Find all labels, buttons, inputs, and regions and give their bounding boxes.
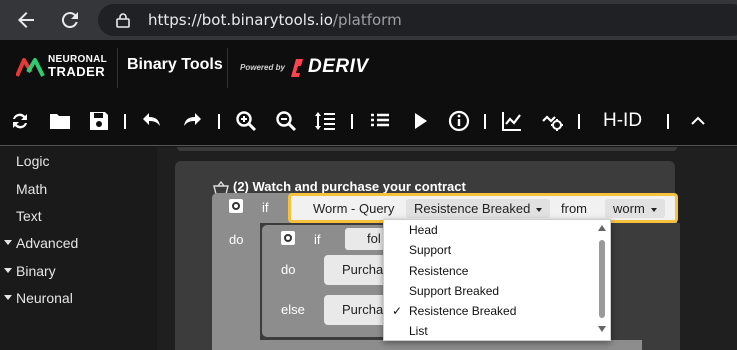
- toolbar-separator: [124, 114, 126, 129]
- sidebar-item-neuronal[interactable]: Neuronal: [16, 290, 73, 306]
- reload-icon[interactable]: [58, 8, 82, 32]
- list-icon[interactable]: [368, 109, 392, 133]
- folder-icon[interactable]: [48, 109, 72, 133]
- next-if-block[interactable]: [212, 340, 642, 350]
- worm-source-select[interactable]: worm: [605, 199, 665, 218]
- chevron-down-icon: [650, 207, 657, 212]
- gear-icon[interactable]: [281, 231, 295, 245]
- check-icon: ✓: [392, 304, 403, 318]
- purchase-label: Purcha: [342, 262, 384, 277]
- dropdown-option-list[interactable]: List: [409, 324, 428, 338]
- dropdown-option-head[interactable]: Head: [409, 223, 438, 237]
- condition-field[interactable]: fol: [345, 228, 385, 250]
- inner-do-label: do: [281, 262, 296, 277]
- app-header: NEURONAL TRADER Binary Tools Powered by …: [0, 40, 737, 96]
- do-label: do: [229, 232, 244, 247]
- powered-by-label: Powered by: [240, 63, 285, 72]
- worm-type-value: Resistence Breaked: [414, 201, 531, 216]
- dropdown-option-resistence[interactable]: Resistence: [409, 264, 468, 278]
- toolbar-separator: [667, 114, 669, 129]
- expand-arrow-icon[interactable]: [4, 240, 12, 245]
- inner-if-label: if: [314, 232, 321, 247]
- chevron-down-icon: [536, 207, 543, 212]
- toolbar-separator: [218, 114, 220, 129]
- toolbar-separator: [484, 114, 486, 129]
- worm-type-dropdown[interactable]: Head Support Resistence Support Breaked …: [383, 219, 611, 341]
- neuronal-trader-logo[interactable]: NEURONAL TRADER: [16, 54, 110, 84]
- toolbar-separator: [351, 114, 353, 129]
- url-text: https://bot.binarytools.io/platform: [148, 11, 402, 29]
- sidebar-item-logic[interactable]: Logic: [16, 153, 49, 169]
- previous-block[interactable]: [177, 147, 677, 151]
- zoom-in-icon[interactable]: [234, 109, 258, 133]
- from-label: from: [561, 201, 587, 216]
- collapse-icon[interactable]: [686, 109, 710, 133]
- undo-icon[interactable]: [140, 109, 164, 133]
- sidebar-item-advanced[interactable]: Advanced: [16, 235, 78, 251]
- url-path: /platform: [332, 11, 402, 29]
- hid-button[interactable]: H-ID: [603, 110, 642, 132]
- gear-icon[interactable]: [229, 199, 243, 213]
- deriv-logo-icon: [290, 58, 308, 83]
- dropdown-option-support-breaked[interactable]: Support Breaked: [409, 284, 499, 298]
- info-icon[interactable]: [447, 109, 471, 133]
- redo-icon[interactable]: [180, 109, 204, 133]
- else-label: else: [281, 302, 305, 317]
- purchase-else-label: Purcha: [342, 302, 384, 317]
- condition-value: fol: [367, 231, 381, 246]
- logo-text: NEURONAL TRADER: [48, 54, 107, 78]
- zoom-out-icon[interactable]: [274, 109, 298, 133]
- toolbar: H-ID: [0, 96, 737, 146]
- scroll-up-icon[interactable]: [598, 225, 606, 231]
- play-icon[interactable]: [408, 109, 432, 133]
- url-host: https://bot.binarytools.io: [148, 11, 333, 29]
- logo-line2: TRADER: [48, 64, 106, 79]
- lock-icon: [116, 12, 130, 33]
- sidebar-item-text[interactable]: Text: [16, 208, 42, 224]
- sort-icon[interactable]: [313, 109, 337, 133]
- deriv-wordmark: DERIV: [308, 56, 369, 77]
- browser-chrome: https://bot.binarytools.io/platform: [0, 0, 737, 40]
- section-title: (2) Watch and purchase your contract: [233, 179, 466, 194]
- header-divider: [117, 48, 118, 88]
- integrations-icon[interactable]: [540, 109, 564, 133]
- chart-icon[interactable]: [500, 109, 524, 133]
- sidebar-item-math[interactable]: Math: [16, 181, 47, 197]
- worm-query-label: Worm - Query: [313, 201, 395, 216]
- dropdown-option-resistence-breaked[interactable]: Resistence Breaked: [409, 304, 516, 318]
- expand-arrow-icon[interactable]: [4, 268, 12, 273]
- address-bar[interactable]: https://bot.binarytools.io/platform: [98, 4, 737, 36]
- scrollbar-thumb[interactable]: [599, 240, 605, 318]
- scroll-down-icon[interactable]: [598, 326, 606, 332]
- toolbar-separator: [578, 114, 580, 129]
- arrow-left-icon[interactable]: [14, 8, 38, 32]
- app-title: Binary Tools: [127, 56, 223, 73]
- if-label: if: [262, 200, 269, 215]
- blocks-sidebar: Logic Math Text Advanced Binary Neuronal: [0, 147, 157, 350]
- refresh-icon[interactable]: [8, 109, 32, 133]
- dropdown-option-support[interactable]: Support: [409, 243, 451, 257]
- save-icon[interactable]: [87, 109, 111, 133]
- worm-source-value: worm: [613, 201, 645, 216]
- worm-type-select[interactable]: Resistence Breaked: [406, 199, 551, 218]
- expand-arrow-icon[interactable]: [4, 295, 12, 300]
- sidebar-item-binary[interactable]: Binary: [16, 263, 56, 279]
- header-divider: [227, 48, 228, 88]
